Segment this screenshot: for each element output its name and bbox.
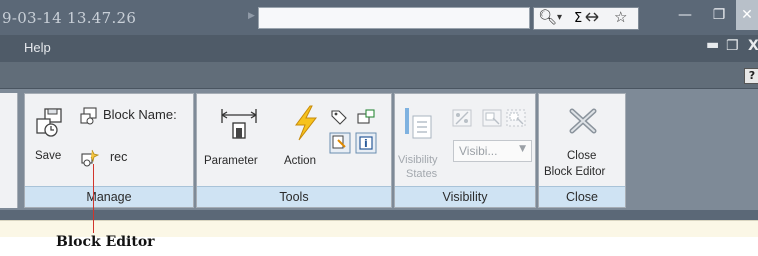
ribbon: Save Block Name: rec Manage Parameter Ac… xyxy=(0,89,758,210)
help-icon[interactable]: ? xyxy=(744,68,758,84)
manage-panel-footer[interactable]: Manage xyxy=(25,186,193,207)
tag-icon[interactable] xyxy=(329,108,349,126)
title-text: 9-03-14 13.47.26 xyxy=(2,9,137,27)
visibility-mode-icon[interactable] xyxy=(451,108,473,128)
title-bar: 9-03-14 13.47.26 ▶ 🔍︎ ▾ Σ ☆ — ❐ ✕ xyxy=(0,0,758,35)
dropdown-arrow-icon[interactable]: ▾ xyxy=(557,12,562,23)
rec-label: rec xyxy=(110,150,128,164)
parameter-label[interactable]: Parameter xyxy=(204,155,258,167)
parameter-icon[interactable] xyxy=(219,106,259,140)
block-attribute-icon[interactable] xyxy=(356,108,376,126)
restore-button[interactable]: ❐ xyxy=(702,0,736,30)
close-button[interactable]: ✕ xyxy=(736,0,758,30)
doc-minimize-icon[interactable]: ▬ xyxy=(706,37,719,53)
action-lightning-icon[interactable] xyxy=(290,104,320,142)
exchange-icon[interactable]: Σ xyxy=(574,8,604,30)
chevron-down-icon: ▼ xyxy=(519,144,526,154)
svg-text:Σ: Σ xyxy=(574,11,582,26)
doc-restore-icon[interactable]: ❐ xyxy=(726,38,739,54)
properties-info-icon[interactable]: i xyxy=(355,132,377,154)
tools-panel-footer[interactable]: Tools xyxy=(197,186,391,207)
visibility-states-icon[interactable] xyxy=(403,106,433,142)
ribbon-bottom-bar xyxy=(0,210,758,220)
close-block-editor-icon[interactable] xyxy=(568,108,598,134)
visibility-panel: Visibility States Visibi... ▼ Visibility xyxy=(394,93,536,208)
visibility-panel-footer[interactable]: Visibility xyxy=(395,186,535,207)
quick-toolbar: 🔍︎ ▾ Σ ☆ xyxy=(533,7,639,30)
doc-close-icon[interactable]: X xyxy=(748,38,758,54)
visibility-dropdown-value: Visibi... xyxy=(459,144,498,158)
visibility-states-label-1[interactable]: Visibility xyxy=(398,154,438,166)
close-label-1[interactable]: Close xyxy=(567,150,596,162)
callout-line xyxy=(93,164,94,233)
action-label[interactable]: Action xyxy=(284,155,316,167)
close-label-2[interactable]: Block Editor xyxy=(544,166,605,178)
close-panel-footer[interactable]: Close xyxy=(539,186,625,207)
callout-caption: Block Editor xyxy=(56,234,155,250)
minimize-button[interactable]: — xyxy=(668,0,702,30)
svg-text:i: i xyxy=(364,137,368,150)
favorites-star-icon[interactable]: ☆ xyxy=(614,8,627,26)
menu-help[interactable]: Help xyxy=(24,40,51,55)
record-block-icon[interactable] xyxy=(79,148,99,168)
tools-panel: Parameter Action i Tools xyxy=(196,93,392,208)
block-name-label: Block Name: xyxy=(103,107,177,122)
previous-panel-edge xyxy=(0,93,18,208)
make-invisible-icon[interactable] xyxy=(505,108,527,128)
visibility-state-dropdown[interactable]: Visibi... ▼ xyxy=(453,140,532,162)
visibility-states-label-2[interactable]: States xyxy=(406,168,437,180)
attribute-definition-icon[interactable] xyxy=(329,132,351,154)
search-input[interactable] xyxy=(258,7,530,29)
menu-bar: Help ▬ ❐ X xyxy=(0,35,758,62)
make-visible-icon[interactable] xyxy=(481,108,503,128)
close-panel: Close Block Editor Close xyxy=(538,93,626,208)
search-icon[interactable]: 🔍︎ xyxy=(538,8,557,26)
save-block-icon[interactable] xyxy=(34,106,66,138)
manage-panel: Save Block Name: rec Manage xyxy=(24,93,194,208)
right-arrow-icon: ▶ xyxy=(248,11,255,21)
block-name-icon[interactable] xyxy=(79,106,99,126)
save-label[interactable]: Save xyxy=(35,150,61,162)
ribbon-tab-strip xyxy=(0,62,758,89)
